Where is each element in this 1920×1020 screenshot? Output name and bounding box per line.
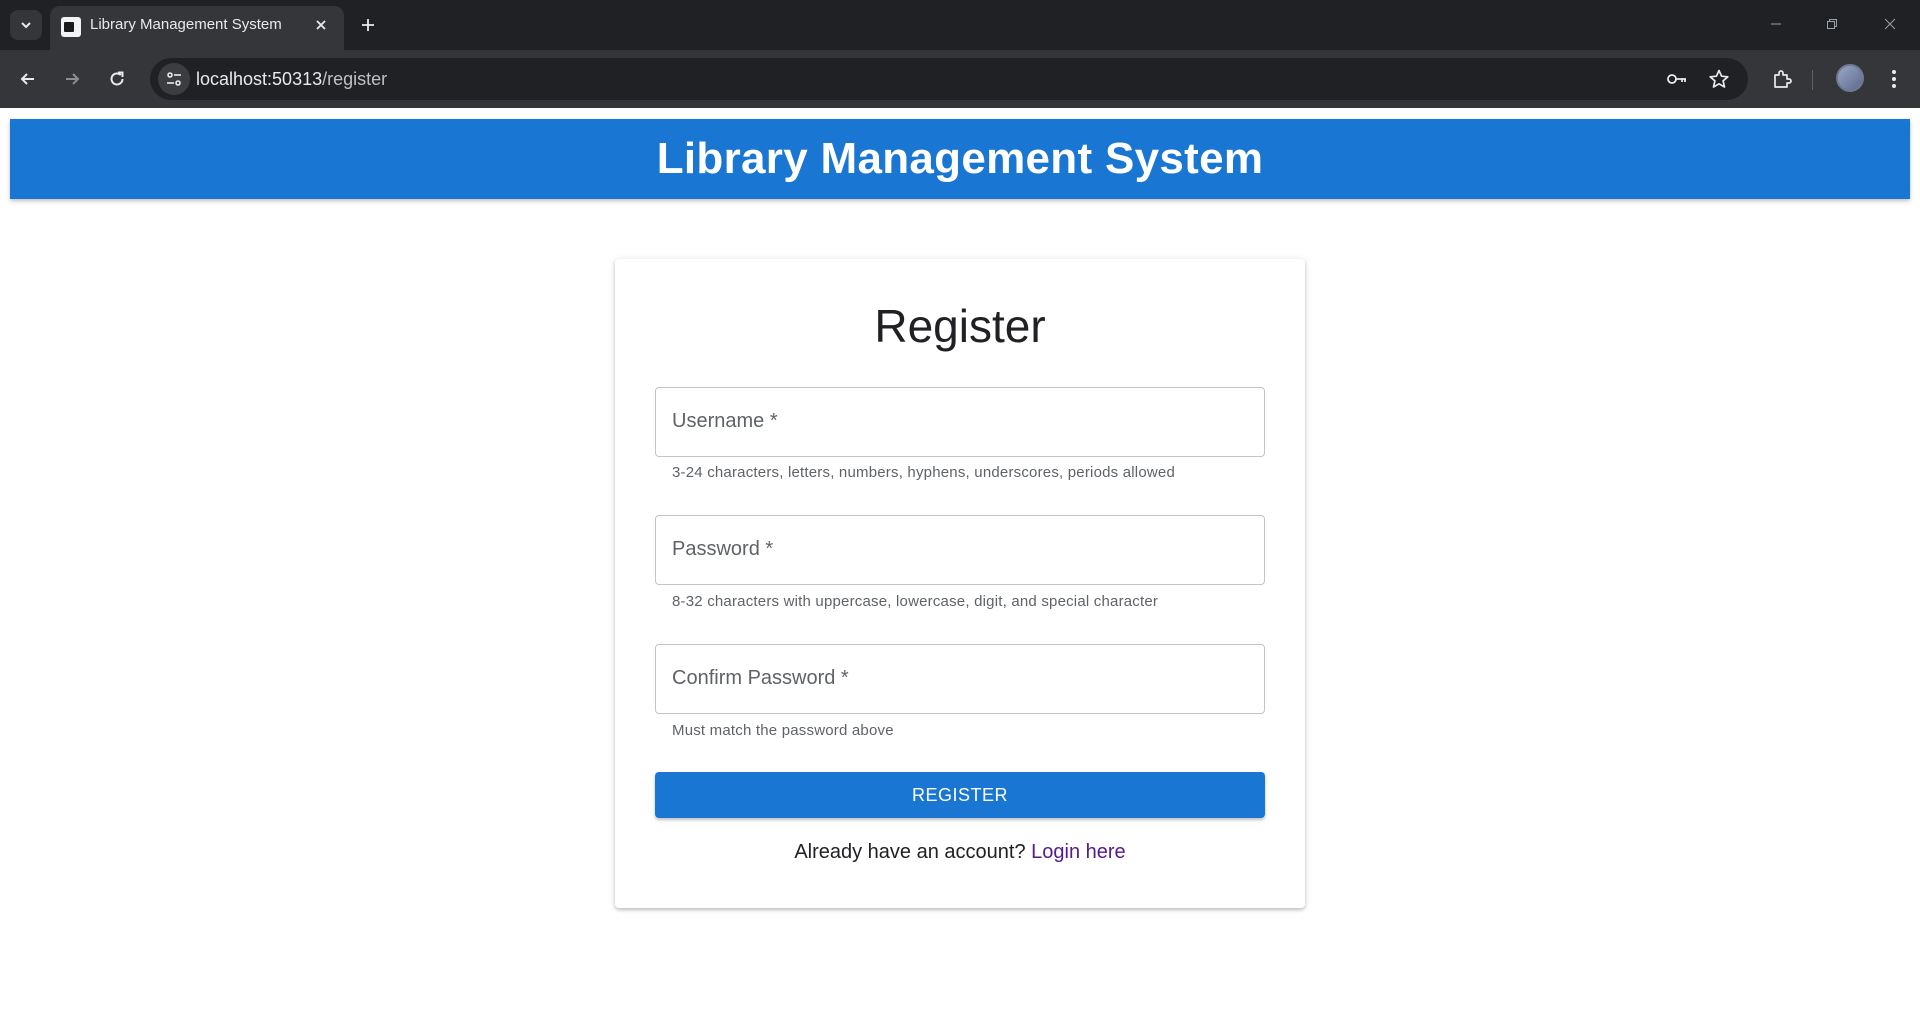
username-label: Username * xyxy=(672,410,778,432)
confirm-password-helper-text: Must match the password above xyxy=(672,722,894,739)
tune-icon xyxy=(167,72,181,86)
app-title: Library Management System xyxy=(656,134,1264,183)
forward-button[interactable] xyxy=(56,63,88,95)
new-tab-button[interactable] xyxy=(352,9,384,41)
tab-title: Library Management System xyxy=(90,16,282,33)
chevron-down-icon xyxy=(21,22,31,29)
register-card: Register Username * 3-24 characters, let… xyxy=(615,259,1305,908)
url-text: localhost:50313/register xyxy=(196,69,387,90)
tab-list-button[interactable] xyxy=(10,10,42,40)
arrow-right-icon xyxy=(66,73,80,85)
close-icon xyxy=(1884,18,1896,30)
close-window-button[interactable] xyxy=(1870,8,1910,40)
url-host: localhost:50313 xyxy=(196,69,323,89)
register-button[interactable]: REGISTER xyxy=(655,772,1265,818)
password-field[interactable]: Password * xyxy=(655,515,1265,585)
back-button[interactable] xyxy=(12,63,44,95)
site-info-button[interactable] xyxy=(158,63,190,95)
tab-close-button[interactable] xyxy=(308,12,334,38)
browser-toolbar: localhost:50313/register xyxy=(0,50,1920,108)
key-icon xyxy=(1667,74,1686,84)
arrow-left-icon xyxy=(20,73,34,85)
favicon-icon xyxy=(61,17,81,37)
login-link[interactable]: Login here xyxy=(1031,841,1126,863)
star-icon xyxy=(1709,69,1729,88)
profile-avatar[interactable] xyxy=(1836,64,1864,92)
minimize-icon xyxy=(1771,23,1781,25)
confirm-password-label: Confirm Password * xyxy=(672,667,849,689)
toolbar-divider xyxy=(1812,70,1813,90)
app-header: Library Management System xyxy=(10,119,1910,199)
browser-menu-button[interactable] xyxy=(1878,63,1910,95)
login-prompt-text: Already have an account? xyxy=(794,841,1026,863)
close-icon xyxy=(316,20,326,30)
reload-icon xyxy=(110,71,124,86)
bookmark-button[interactable] xyxy=(1703,63,1735,95)
login-prompt: Already have an account? Login here xyxy=(615,841,1305,864)
reload-button[interactable] xyxy=(101,63,133,95)
browser-tabstrip: Library Management System xyxy=(0,0,1920,50)
minimize-button[interactable] xyxy=(1756,8,1796,40)
page-title: Register xyxy=(874,300,1046,352)
url-path: /register xyxy=(322,69,388,89)
browser-tab-active[interactable]: Library Management System xyxy=(50,6,344,50)
plus-icon xyxy=(362,19,374,31)
restore-button[interactable] xyxy=(1812,8,1852,40)
password-helper-text: 8-32 characters with uppercase, lowercas… xyxy=(672,593,1159,610)
confirm-password-field[interactable]: Confirm Password * xyxy=(655,644,1265,714)
password-manager-button[interactable] xyxy=(1661,63,1693,95)
address-bar[interactable]: localhost:50313/register xyxy=(150,58,1748,100)
extensions-button[interactable] xyxy=(1766,63,1798,95)
password-label: Password * xyxy=(672,538,774,560)
kebab-menu-icon xyxy=(1892,70,1896,88)
username-field[interactable]: Username * xyxy=(655,387,1265,457)
puzzle-icon xyxy=(1774,70,1792,88)
username-helper-text: 3-24 characters, letters, numbers, hyphe… xyxy=(672,464,1175,481)
restore-icon xyxy=(1827,19,1837,29)
